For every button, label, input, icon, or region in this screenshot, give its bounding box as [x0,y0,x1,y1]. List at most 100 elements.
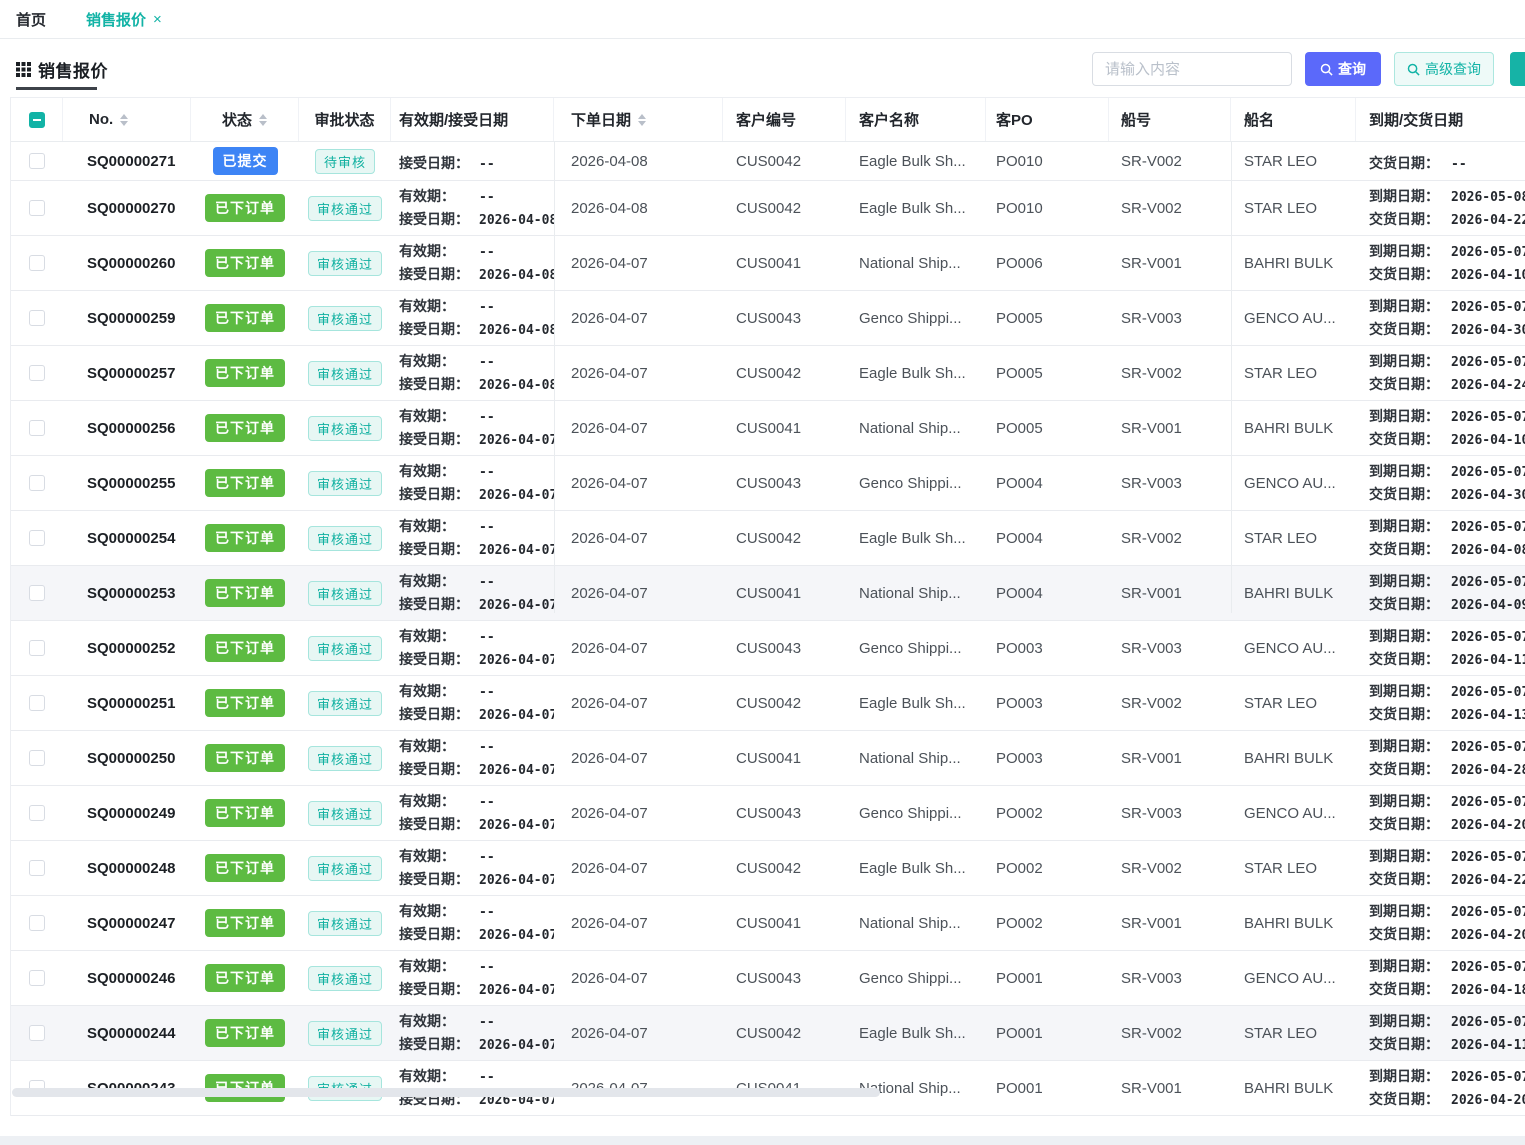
row-checkbox[interactable] [29,420,45,436]
date-pair: 到期日期：2026-05-07交货日期：2026-04-30 [1369,297,1525,340]
table-row[interactable]: SQ00000248已下订单审核通过有效期：--接受日期：2026-04-072… [11,841,1525,896]
date-value: 2026-04-07 [479,1036,554,1055]
date-label: 接受日期： [399,595,469,614]
customer-no-cell: CUS0041 [723,420,846,437]
row-checkbox[interactable] [29,475,45,491]
header-no[interactable]: No. [63,98,191,141]
select-all-checkbox[interactable] [29,112,45,128]
advanced-query-button[interactable]: 高级查询 [1394,52,1494,86]
table-row[interactable]: SQ00000257已下订单审核通过有效期：--接受日期：2026-04-082… [11,346,1525,401]
row-checkbox[interactable] [29,585,45,601]
row-checkbox[interactable] [29,255,45,271]
table-row[interactable]: SQ00000271已提交待审核有效期：--接受日期：--2026-04-08C… [11,142,1525,181]
date-pair: 到期日期：2026-05-07交货日期：2026-04-08 [1369,517,1525,560]
row-checkbox[interactable] [29,310,45,326]
date-label: 交货日期： [1369,430,1441,449]
date-line: 有效期：-- [399,847,554,867]
date-value: -- [479,155,495,174]
sort-icon[interactable] [120,114,128,126]
query-button[interactable]: 查询 [1305,52,1381,86]
date-value: 2026-04-07 [479,871,554,890]
date-label: 交货日期： [1369,925,1441,944]
vessel-no-cell: SR-V001 [1109,915,1231,932]
table-cell: 有效期：--接受日期：2026-04-07 [391,902,554,945]
horizontal-scrollbar-thumb[interactable] [12,1088,880,1097]
row-checkbox[interactable] [29,200,45,216]
order-date-cell: 2026-04-07 [554,805,723,822]
table-cell [11,255,63,271]
table-cell: 已下订单 [191,634,299,662]
customer-name-cell: Eagle Bulk Sh... [846,1025,986,1042]
table-row[interactable]: SQ00000247已下订单审核通过有效期：--接受日期：2026-04-072… [11,896,1525,951]
vessel-name-cell: STAR LEO [1231,530,1356,547]
tab-sales-quotation[interactable]: 销售报价 × [86,9,162,30]
date-line: 到期日期：2026-05-07 [1369,242,1525,262]
date-line: 交货日期：2026-04-28 [1369,760,1525,780]
row-checkbox[interactable] [29,695,45,711]
table-row[interactable]: SQ00000259已下订单审核通过有效期：--接受日期：2026-04-082… [11,291,1525,346]
table-row[interactable]: SQ00000255已下订单审核通过有效期：--接受日期：2026-04-072… [11,456,1525,511]
row-checkbox[interactable] [29,750,45,766]
vessel-name-cell: STAR LEO [1231,153,1356,170]
table-row[interactable]: SQ00000251已下订单审核通过有效期：--接受日期：2026-04-072… [11,676,1525,731]
date-line: 有效期：-- [399,517,554,537]
row-checkbox[interactable] [29,805,45,821]
date-label: 交货日期： [1369,210,1441,229]
search-input[interactable] [1092,52,1292,86]
table-row[interactable]: SQ00000250已下订单审核通过有效期：--接受日期：2026-04-072… [11,731,1525,786]
table-row[interactable]: SQ00000270已下订单审核通过有效期：--接受日期：2026-04-082… [11,181,1525,236]
row-checkbox[interactable] [29,365,45,381]
date-line: 交货日期：2026-04-22 [1369,870,1525,890]
date-line: 交货日期：2026-04-11 [1369,650,1525,670]
date-line: 有效期：-- [399,682,554,702]
row-checkbox[interactable] [29,153,45,169]
date-value: 2026-05-07 [1451,1068,1525,1087]
header-status[interactable]: 状态 [191,98,299,141]
table-cell: 待审核 [299,149,391,174]
date-line: 有效期：-- [399,737,554,757]
header-validity-label: 有效期/接受日期 [399,109,508,130]
row-checkbox[interactable] [29,915,45,931]
tab-close-icon[interactable]: × [153,12,162,27]
vessel-no-cell: SR-V001 [1109,585,1231,602]
table-row[interactable]: SQ00000249已下订单审核通过有效期：--接受日期：2026-04-072… [11,786,1525,841]
vessel-name-cell: STAR LEO [1231,1025,1356,1042]
header-order-date-label: 下单日期 [571,109,631,130]
table-row[interactable]: SQ00000246已下订单审核通过有效期：--接受日期：2026-04-072… [11,951,1525,1006]
row-checkbox[interactable] [29,970,45,986]
date-pair: 有效期：--接受日期：2026-04-07 [399,792,554,835]
date-label: 到期日期： [1369,572,1441,591]
table-row[interactable]: SQ00000256已下订单审核通过有效期：--接受日期：2026-04-072… [11,401,1525,456]
vessel-name-cell: BAHRI BULK [1231,420,1356,437]
row-checkbox[interactable] [29,530,45,546]
date-line: 到期日期：2026-05-07 [1369,737,1525,757]
header-order-date[interactable]: 下单日期 [554,98,723,141]
table-row[interactable]: SQ00000254已下订单审核通过有效期：--接受日期：2026-04-072… [11,511,1525,566]
table-row[interactable]: SQ00000252已下订单审核通过有效期：--接受日期：2026-04-072… [11,621,1525,676]
date-line: 交货日期：2026-04-30 [1369,485,1525,505]
status-badge: 已下订单 [205,469,285,497]
date-line: 接受日期：2026-04-07 [399,595,554,615]
date-line: 有效期：-- [399,352,554,372]
vessel-no-cell: SR-V002 [1109,860,1231,877]
sort-icon[interactable] [259,114,267,126]
table-row[interactable]: SQ00000260已下订单审核通过有效期：--接受日期：2026-04-082… [11,236,1525,291]
tab-home[interactable]: 首页 [16,9,46,30]
date-value: 2026-05-07 [1451,793,1525,812]
row-checkbox[interactable] [29,860,45,876]
clipped-action-button[interactable] [1510,52,1525,86]
table-cell: 已下订单 [191,304,299,332]
sort-icon[interactable] [638,114,646,126]
approval-badge: 审核通过 [308,251,382,276]
row-checkbox[interactable] [29,1025,45,1041]
date-label: 接受日期： [399,375,469,394]
table-row[interactable]: SQ00000244已下订单审核通过有效期：--接受日期：2026-04-072… [11,1006,1525,1061]
advanced-query-button-label: 高级查询 [1425,59,1481,79]
date-value: 2026-04-11 [1451,651,1525,670]
table-row[interactable]: SQ00000253已下订单审核通过有效期：--接受日期：2026-04-072… [11,566,1525,621]
row-checkbox[interactable] [29,640,45,656]
customer-po-cell: PO006 [986,255,1109,272]
date-label: 交货日期： [1369,1090,1441,1109]
date-value: 2026-04-08 [479,266,554,285]
header-vessel-no-label: 船号 [1121,109,1151,130]
